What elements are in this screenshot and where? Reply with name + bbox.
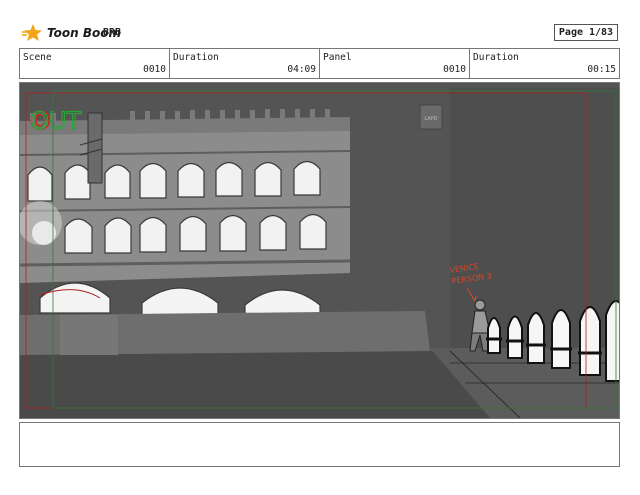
scene-cell: Scene 0010	[20, 49, 170, 78]
panel-duration-value: 00:15	[587, 64, 616, 75]
panel-label: Panel	[323, 52, 352, 63]
panel-cell: Panel 0010	[320, 49, 470, 78]
info-row: Scene 0010 Duration 04:09 Panel 0010 Dur…	[19, 48, 620, 79]
building	[20, 123, 350, 283]
scene-label: Scene	[23, 52, 52, 63]
scene-duration-cell: Duration 04:09	[170, 49, 320, 78]
scene-duration-value: 04:09	[287, 64, 316, 75]
panel-drawing: LAPD VENICE PERSON 3 O OUT	[20, 83, 619, 418]
scene-duration-label: Duration	[173, 52, 219, 63]
scene-value: 0010	[143, 64, 166, 75]
panel-duration-label: Duration	[473, 52, 519, 63]
storyboard-panel: LAPD VENICE PERSON 3 O OUT	[19, 82, 620, 419]
page-value: 1/83	[589, 27, 614, 38]
panel-duration-cell: Duration 00:15	[470, 49, 619, 78]
small-sign-text: LAPD	[424, 116, 437, 122]
page-label: Page	[558, 27, 583, 38]
panel-notes	[19, 422, 620, 467]
out-marker-text: OUT	[30, 107, 81, 135]
panel-value: 0010	[443, 64, 466, 75]
project-title: BRB	[103, 27, 122, 38]
toon-boom-star-icon	[22, 24, 42, 41]
page-indicator: Page 1/83	[554, 24, 618, 41]
